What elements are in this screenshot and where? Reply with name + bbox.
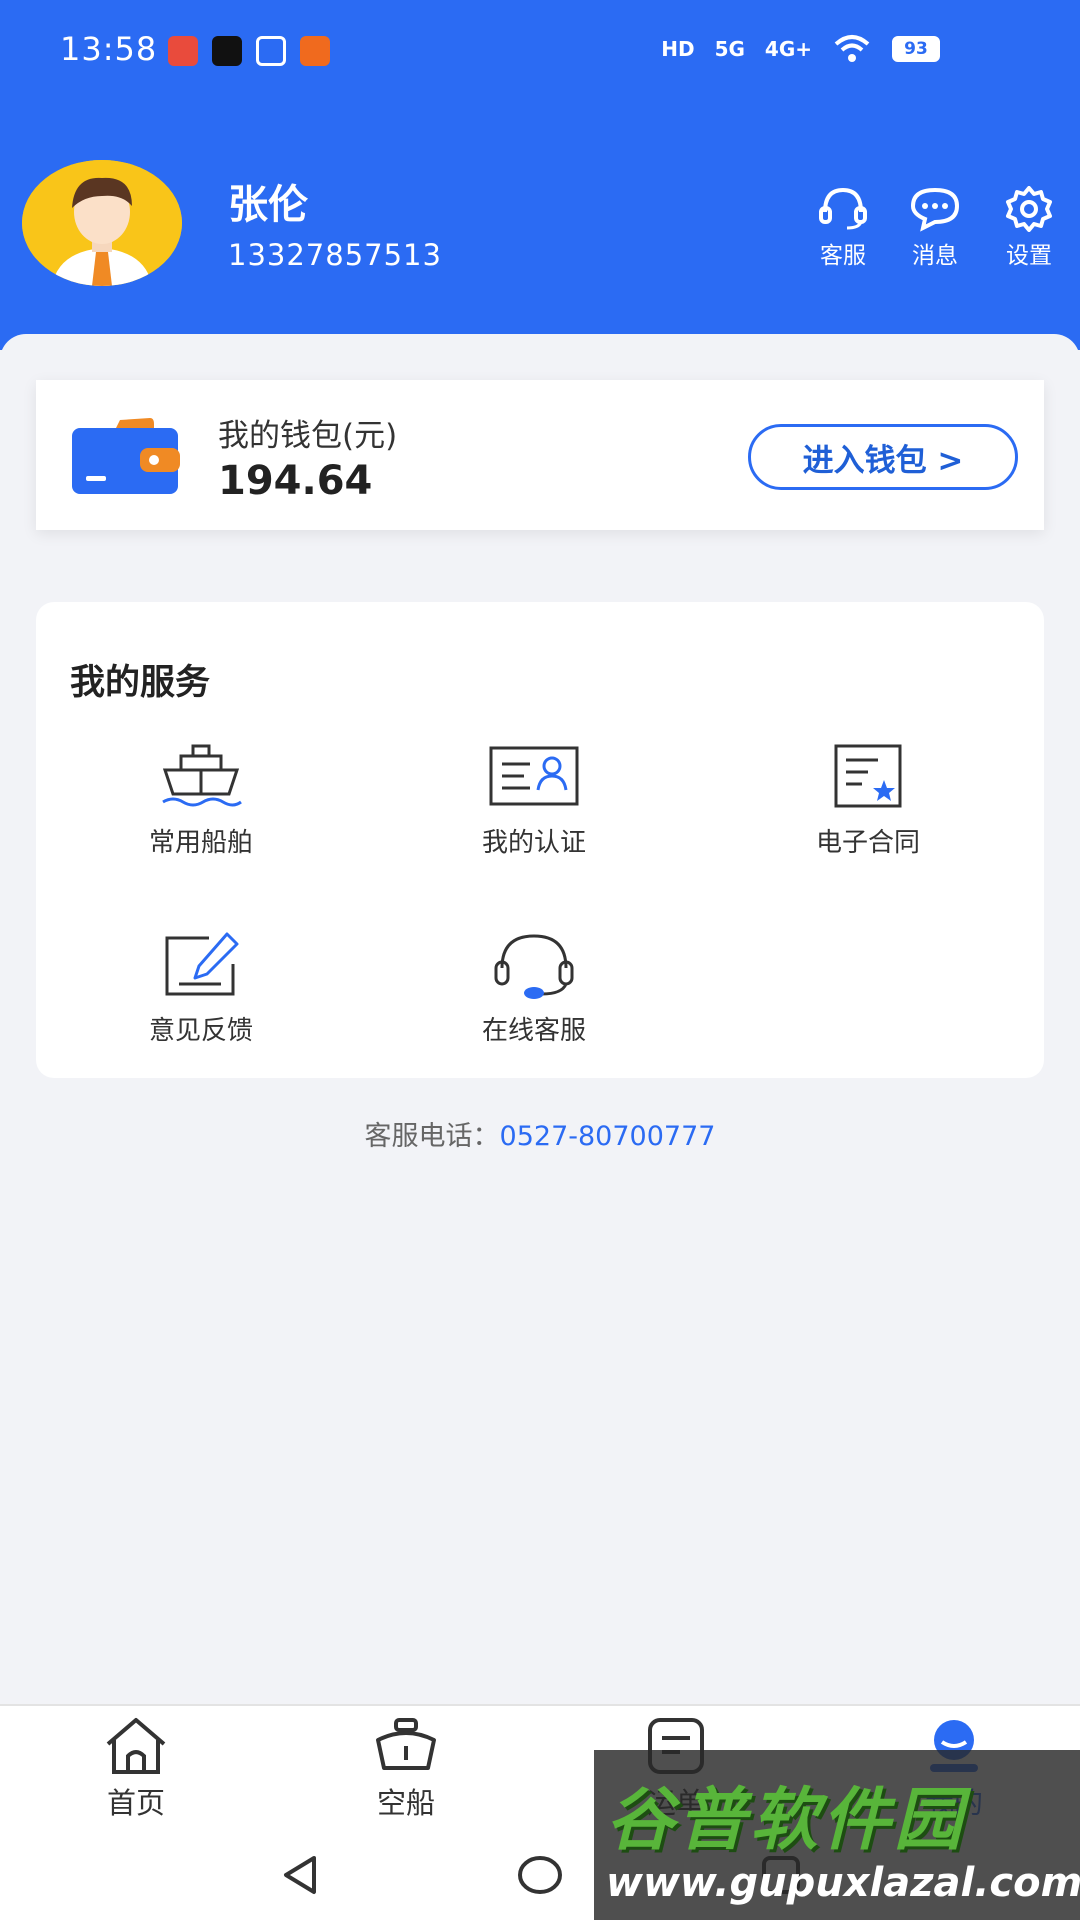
wallet-icon xyxy=(72,418,180,494)
settings-label: 设置 xyxy=(1006,243,1052,269)
customer-service-label: 客服 xyxy=(820,243,866,269)
service-e-contract[interactable]: 电子合同 xyxy=(758,742,978,859)
watermark-url: www.gupuxlazal.com xyxy=(606,1860,1080,1906)
user-phone: 13327857513 xyxy=(228,238,442,272)
app-notification-icon xyxy=(168,36,198,66)
tiktok-icon xyxy=(212,36,242,66)
services-card: 我的服务 常用船舶 我的认证 电子合同 意见反馈 在线客服 xyxy=(36,602,1044,1078)
battery-indicator: 93 xyxy=(892,36,940,62)
app-notification-icon xyxy=(300,36,330,66)
customer-service-button[interactable]: 客服 xyxy=(798,186,888,270)
service-my-certification[interactable]: 我的认证 xyxy=(424,742,644,859)
settings-button[interactable]: 设置 xyxy=(984,186,1074,270)
signal-4g: 4G+ xyxy=(764,37,812,61)
messages-label: 消息 xyxy=(912,243,958,269)
signal-5g: 5G xyxy=(714,37,745,61)
home-icon xyxy=(106,1718,166,1774)
avatar-illustration-icon xyxy=(22,160,182,286)
service-common-ships[interactable]: 常用船舶 xyxy=(91,742,311,859)
status-bar: 13:58 HD 5G 4G+ 93 xyxy=(0,0,1080,100)
watermark: 谷普软件园 www.gupuxlazal.com xyxy=(594,1750,1080,1920)
edit-icon xyxy=(165,932,239,996)
wifi-icon xyxy=(834,35,870,62)
contract-icon xyxy=(834,744,902,808)
enter-wallet-button[interactable]: 进入钱包 > xyxy=(748,424,1018,490)
id-card-icon xyxy=(489,746,579,806)
notification-icons xyxy=(168,36,330,66)
chat-bubble-icon xyxy=(910,187,960,232)
status-indicators: HD 5G 4G+ 93 xyxy=(661,34,940,64)
service-label: 常用船舶 xyxy=(148,828,253,858)
service-online-support[interactable]: 在线客服 xyxy=(424,930,644,1047)
headset-icon xyxy=(819,187,867,230)
status-time: 13:58 xyxy=(60,30,158,68)
browser-icon xyxy=(256,36,286,66)
service-label: 意见反馈 xyxy=(148,1016,253,1046)
messages-button[interactable]: 消息 xyxy=(890,186,980,270)
service-feedback[interactable]: 意见反馈 xyxy=(91,930,311,1047)
service-label: 电子合同 xyxy=(815,828,920,858)
nav-label: 空船 xyxy=(376,1786,435,1820)
user-name: 张伦 xyxy=(228,182,308,228)
watermark-title: 谷普软件园 xyxy=(606,1781,967,1860)
back-icon[interactable] xyxy=(278,1852,324,1898)
hotline-label: 客服电话： xyxy=(364,1121,500,1152)
services-title: 我的服务 xyxy=(70,663,211,703)
nav-home[interactable]: 首页 xyxy=(66,1716,206,1822)
ship-icon xyxy=(162,744,242,807)
headset-icon xyxy=(494,934,574,999)
home-circle-icon[interactable] xyxy=(515,1852,565,1898)
nav-label: 首页 xyxy=(106,1786,165,1820)
gear-icon xyxy=(1006,186,1052,232)
ship-icon xyxy=(376,1718,436,1770)
avatar[interactable] xyxy=(22,160,182,286)
hotline-number[interactable]: 0527-80700777 xyxy=(500,1121,716,1152)
profile-header: 13:58 HD 5G 4G+ 93 张伦 13327857513 客服 消息 … xyxy=(0,0,1080,350)
wallet-balance: 194.64 xyxy=(218,458,373,504)
nav-empty-ship[interactable]: 空船 xyxy=(336,1716,476,1822)
wallet-card: 我的钱包(元) 194.64 进入钱包 > xyxy=(36,380,1044,530)
service-hotline: 客服电话：0527-80700777 xyxy=(0,1114,1080,1153)
service-label: 我的认证 xyxy=(481,828,586,858)
service-label: 在线客服 xyxy=(481,1016,586,1046)
hd-indicator: HD xyxy=(661,37,695,61)
wallet-title: 我的钱包(元) xyxy=(218,418,398,454)
